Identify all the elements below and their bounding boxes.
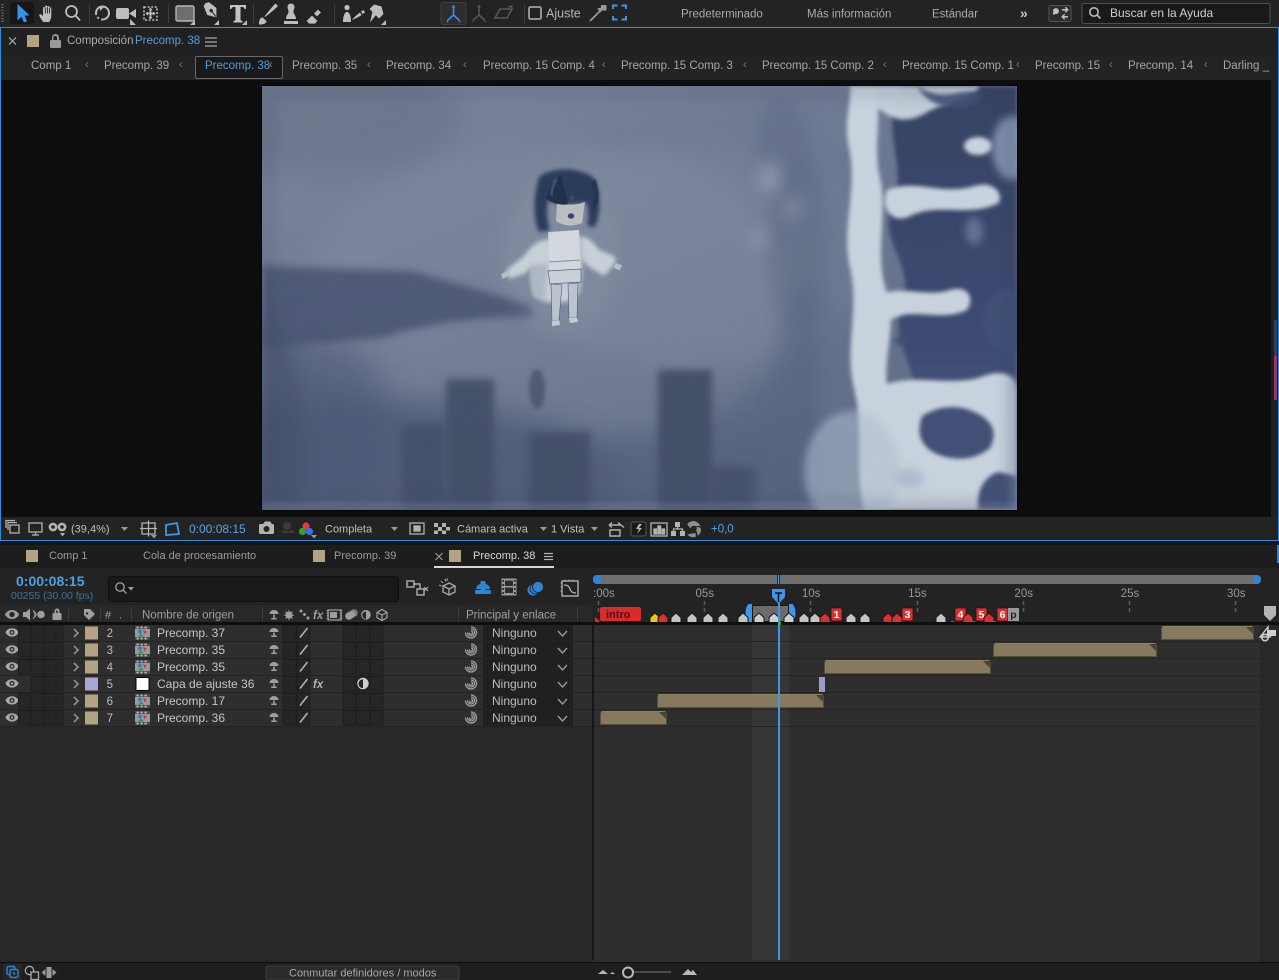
svg-text:fx: fx: [313, 679, 324, 691]
svg-text:Ninguno: Ninguno: [492, 694, 537, 708]
svg-text:2: 2: [107, 628, 113, 640]
svg-text:20s: 20s: [1014, 588, 1033, 600]
svg-text:p: p: [1010, 609, 1016, 621]
svg-text:5: 5: [107, 679, 113, 691]
svg-text:7: 7: [107, 713, 113, 725]
svg-text:6: 6: [1000, 609, 1006, 621]
svg-text:»: »: [1020, 5, 1028, 21]
svg-text:fx: fx: [313, 610, 324, 622]
svg-text:1: 1: [834, 609, 840, 621]
svg-text:Precomp. 37: Precomp. 37: [157, 626, 225, 640]
svg-text:Ninguno: Ninguno: [492, 643, 537, 657]
svg-text:Predeterminado: Predeterminado: [681, 9, 763, 21]
svg-text:05s: 05s: [696, 588, 715, 600]
svg-text:15s: 15s: [908, 588, 927, 600]
svg-text:.: .: [119, 610, 122, 622]
svg-text:25s: 25s: [1121, 588, 1140, 600]
svg-text:10s: 10s: [802, 588, 821, 600]
svg-text:3: 3: [107, 645, 113, 657]
svg-text:#: #: [105, 610, 112, 622]
svg-text:Precomp. 36: Precomp. 36: [157, 711, 225, 725]
svg-text:Nombre de origen: Nombre de origen: [142, 610, 234, 622]
svg-text:Más información: Más información: [807, 9, 891, 21]
svg-text:Precomp. 35: Precomp. 35: [157, 643, 225, 657]
svg-text:1 Vista: 1 Vista: [551, 524, 585, 536]
svg-text:Ninguno: Ninguno: [492, 711, 537, 725]
svg-text:Ninguno: Ninguno: [492, 626, 537, 640]
svg-text:Precomp. 17: Precomp. 17: [157, 694, 225, 708]
svg-text:Conmutar definidores / modos: Conmutar definidores / modos: [289, 968, 437, 980]
svg-text:Ninguno: Ninguno: [492, 660, 537, 674]
svg-text:Ajuste: Ajuste: [546, 7, 581, 21]
svg-text:0:00:08:15: 0:00:08:15: [189, 522, 246, 536]
svg-text:3: 3: [905, 609, 911, 621]
svg-text:Ninguno: Ninguno: [492, 677, 537, 691]
svg-text:intro: intro: [606, 609, 631, 621]
svg-text:+0,0: +0,0: [711, 524, 734, 536]
svg-text:Cámara activa: Cámara activa: [457, 524, 529, 536]
svg-text:Estándar: Estándar: [932, 9, 978, 21]
svg-text:(39,4%): (39,4%): [71, 524, 110, 536]
svg-text:Capa de ajuste 36: Capa de ajuste 36: [157, 677, 255, 691]
svg-text:Principal y enlace: Principal y enlace: [466, 610, 556, 622]
svg-text:6: 6: [107, 696, 113, 708]
svg-text:30s: 30s: [1227, 588, 1246, 600]
svg-text:Precomp. 35: Precomp. 35: [157, 660, 225, 674]
svg-text:Buscar en la Ayuda: Buscar en la Ayuda: [1110, 6, 1214, 20]
svg-text:Completa: Completa: [325, 524, 373, 536]
svg-text::00s: :00s: [593, 588, 615, 600]
svg-text:4: 4: [107, 662, 114, 674]
